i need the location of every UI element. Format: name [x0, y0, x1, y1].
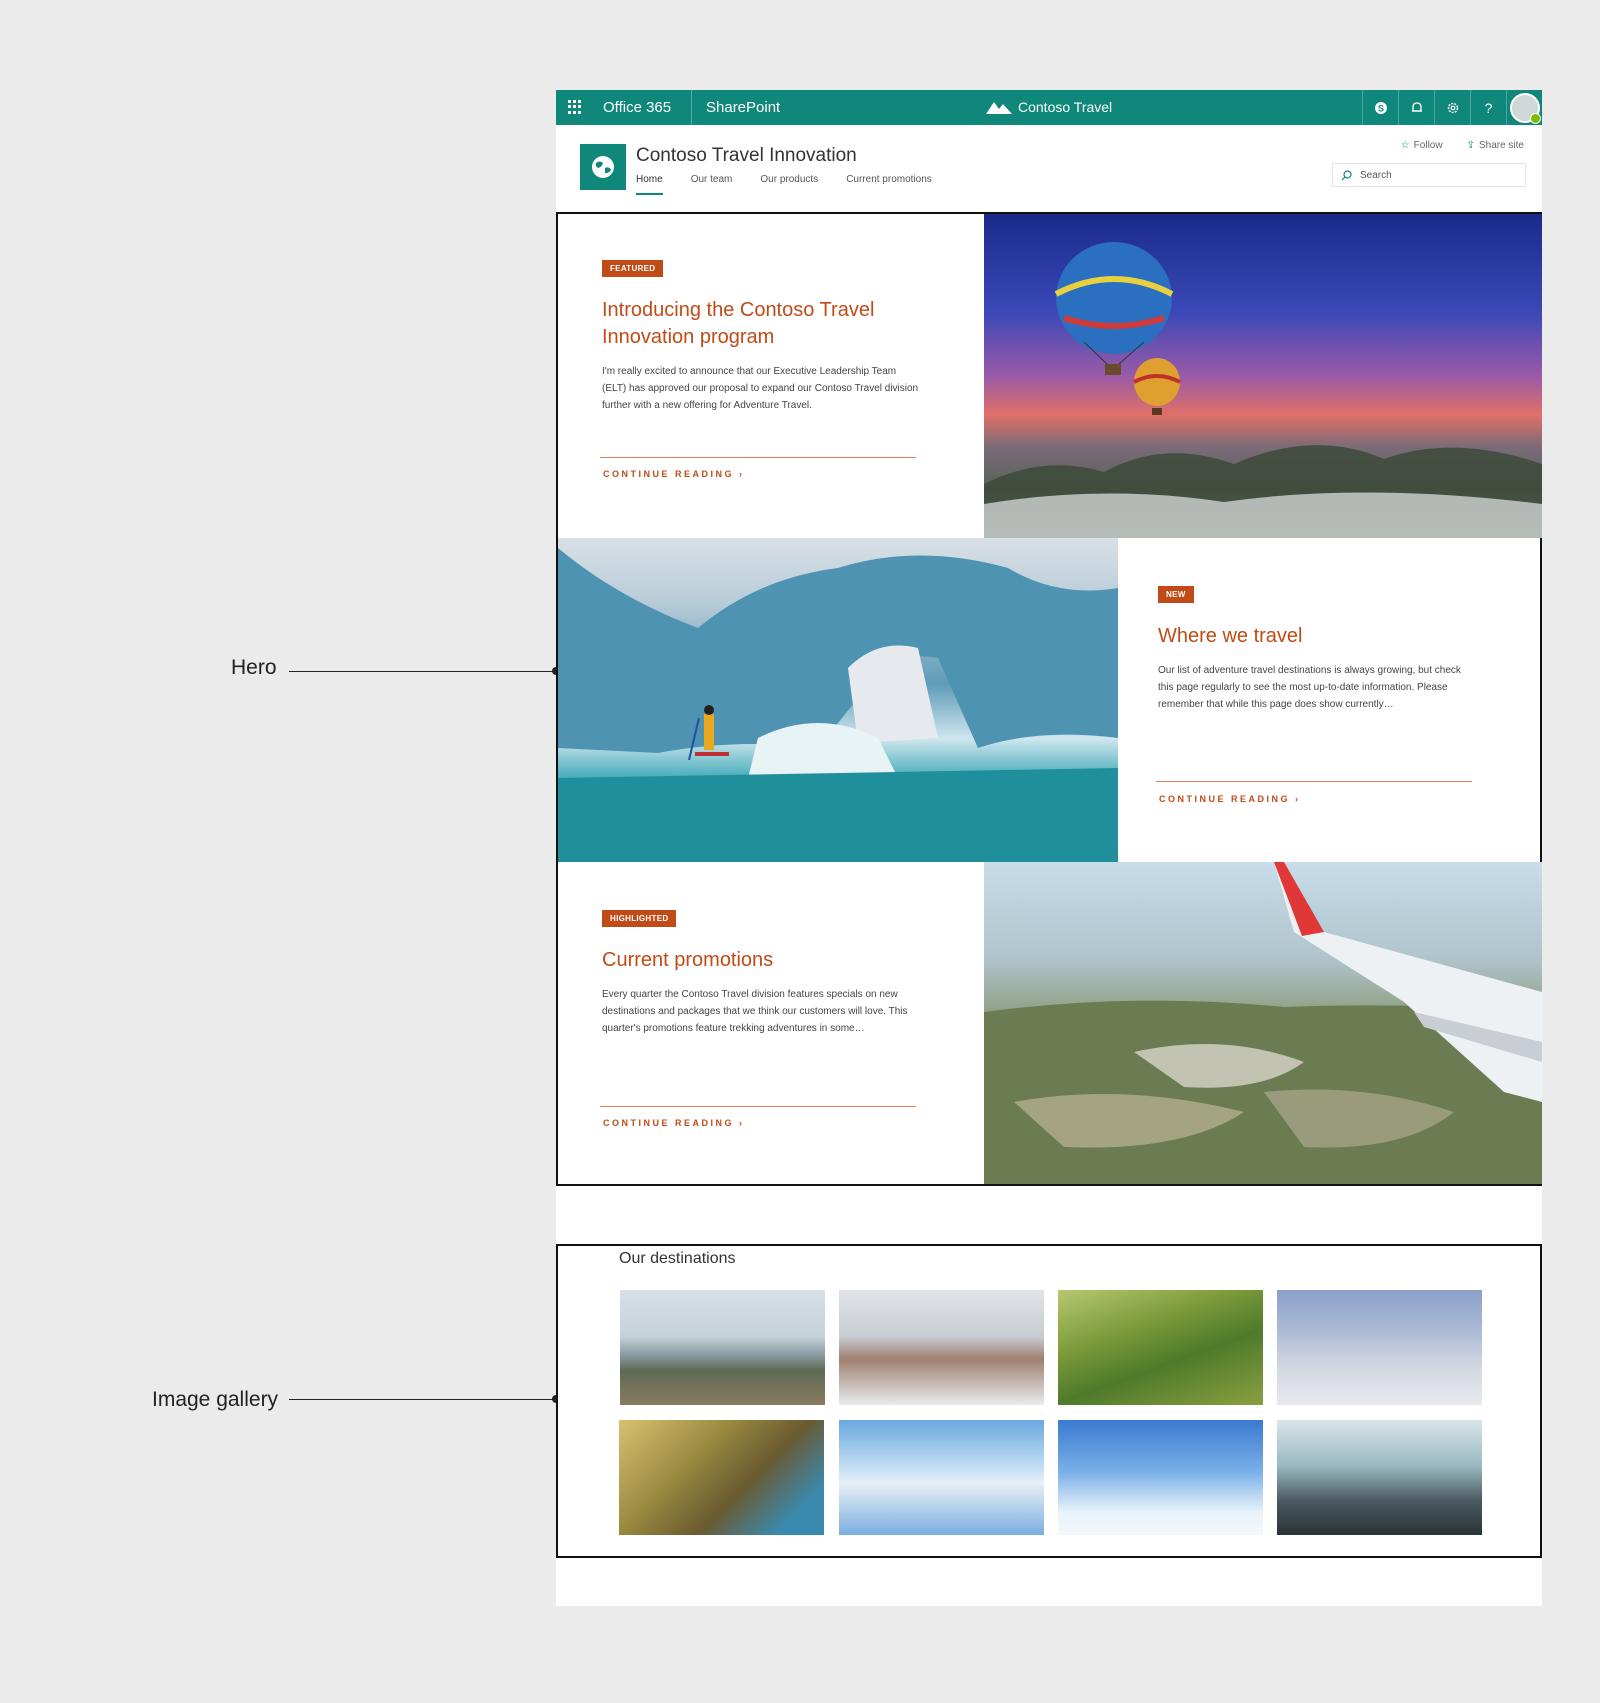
- site-actions: ☆ Follow ⇪ Share site: [1401, 140, 1524, 151]
- waffle-icon[interactable]: [568, 100, 582, 114]
- gallery-image-airport-travelers[interactable]: [1277, 1420, 1482, 1535]
- search-placeholder: Search: [1360, 169, 1392, 181]
- hero-tile-3[interactable]: HIGHLIGHTED Current promotions Every qua…: [602, 908, 922, 1037]
- hero-tile-3-rule: [600, 1106, 916, 1107]
- hero-tile-2-rule: [1156, 781, 1472, 782]
- hero-tile-1[interactable]: FEATURED Introducing the Contoso Travel …: [602, 258, 922, 414]
- help-icon[interactable]: ?: [1470, 90, 1506, 125]
- site-nav: Home Our team Our products Current promo…: [636, 174, 932, 195]
- callout-gallery-line: [289, 1399, 557, 1400]
- hero-tile-1-continue-link[interactable]: CONTINUE READING ›: [603, 469, 745, 479]
- hero-tile-3-continue-link[interactable]: CONTINUE READING ›: [603, 1118, 745, 1128]
- gallery-image-salt-flat-car[interactable]: [839, 1420, 1044, 1535]
- hero-image-iceberg-paddleboard[interactable]: [558, 538, 1118, 862]
- search-box[interactable]: Search: [1332, 163, 1526, 187]
- hero-image-hot-air-balloons[interactable]: [984, 214, 1542, 538]
- nav-our-team[interactable]: Our team: [691, 174, 733, 195]
- sharepoint-page: Office 365 SharePoint Contoso Travel S ?: [556, 90, 1542, 1606]
- hero-tile-2-body: Our list of adventure travel destination…: [1158, 665, 1461, 710]
- callout-gallery-label: Image gallery: [152, 1388, 279, 1411]
- callout-hero-line: [289, 671, 557, 672]
- follow-label: Follow: [1413, 140, 1443, 151]
- star-icon: ☆: [1400, 140, 1410, 151]
- notifications-icon[interactable]: [1398, 90, 1434, 125]
- hero-tile-2-title[interactable]: Where we travel: [1158, 623, 1478, 650]
- hero-tile-1-rule: [600, 457, 916, 458]
- new-badge: NEW: [1158, 586, 1194, 603]
- gallery-image-forest-hiker[interactable]: [619, 1420, 824, 1535]
- hero-tile-3-body: Every quarter the Contoso Travel divisio…: [602, 989, 908, 1034]
- hero-tile-1-title[interactable]: Introducing the Contoso Travel Innovatio…: [602, 297, 922, 351]
- highlighted-badge: HIGHLIGHTED: [602, 910, 677, 927]
- hero-tile-1-body: I'm really excited to announce that our …: [602, 366, 919, 411]
- gallery-image-hikers-lake[interactable]: [620, 1290, 825, 1405]
- svg-text:S: S: [1377, 103, 1383, 113]
- follow-button[interactable]: ☆ Follow: [1401, 140, 1443, 151]
- hero-image-airplane-wing-aerial[interactable]: [984, 862, 1542, 1184]
- gallery-image-airplane-clouds[interactable]: [1058, 1420, 1263, 1535]
- brand[interactable]: Contoso Travel: [986, 99, 1112, 115]
- globe-icon: [592, 156, 614, 178]
- avatar: [1509, 92, 1541, 124]
- hero-web-part: FEATURED Introducing the Contoso Travel …: [556, 212, 1542, 1186]
- nav-current-promotions[interactable]: Current promotions: [846, 174, 932, 195]
- site-logo[interactable]: [580, 144, 626, 190]
- gallery-image-balloons-valley[interactable]: [1277, 1290, 1482, 1405]
- hero-tile-2-continue-link[interactable]: CONTINUE READING ›: [1159, 794, 1301, 804]
- avatar-wrapper[interactable]: [1506, 90, 1542, 125]
- sharepoint-link[interactable]: SharePoint: [706, 99, 780, 116]
- featured-badge: FEATURED: [602, 260, 664, 277]
- brand-name: Contoso Travel: [1018, 99, 1113, 115]
- share-label: Share site: [1478, 140, 1524, 151]
- office-365-link[interactable]: Office 365: [603, 99, 671, 116]
- skype-icon[interactable]: S: [1362, 90, 1398, 125]
- site-title: Contoso Travel Innovation: [636, 145, 857, 166]
- suite-bar: Office 365 SharePoint Contoso Travel S ?: [556, 90, 1542, 125]
- nav-home[interactable]: Home: [636, 174, 663, 195]
- gallery-image-woman-winter[interactable]: [839, 1290, 1044, 1405]
- gallery-image-rice-terraces[interactable]: [1058, 1290, 1263, 1405]
- gallery-title: Our destinations: [619, 1250, 736, 1267]
- hero-tile-3-title[interactable]: Current promotions: [602, 947, 922, 974]
- suite-icons: S ?: [1362, 90, 1542, 125]
- image-gallery-web-part: Our destinations: [556, 1244, 1542, 1558]
- settings-icon[interactable]: [1434, 90, 1470, 125]
- share-site-button[interactable]: ⇪ Share site: [1467, 140, 1524, 151]
- nav-our-products[interactable]: Our products: [760, 174, 818, 195]
- mountain-logo-icon: [986, 102, 1012, 114]
- callout-hero-label: Hero: [231, 656, 277, 679]
- suite-divider: [691, 90, 692, 125]
- search-icon: [1341, 169, 1352, 180]
- share-icon: ⇪: [1466, 140, 1475, 151]
- hero-tile-2[interactable]: NEW Where we travel Our list of adventur…: [1158, 584, 1478, 713]
